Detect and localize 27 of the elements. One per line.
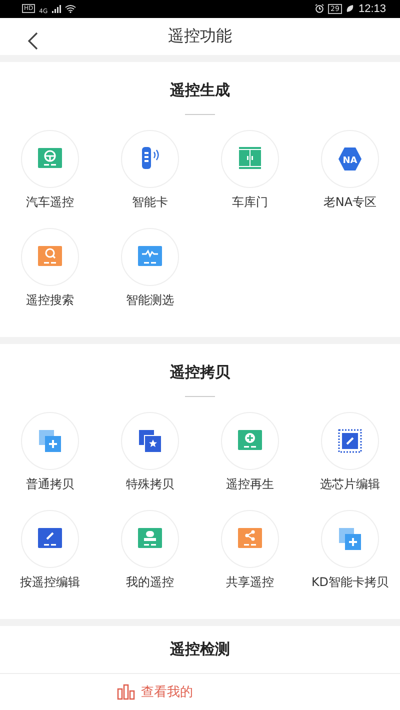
feature-button[interactable]: NA 老NA专区	[300, 130, 400, 210]
signal-icon	[52, 4, 61, 13]
feature-button[interactable]: 遥控搜索	[0, 228, 100, 308]
feature-button[interactable]: 选芯片编辑	[300, 412, 400, 492]
alarm-icon	[314, 4, 324, 14]
feature-button[interactable]: 按遥控编辑	[0, 510, 100, 590]
feature-button[interactable]: 遥控再生	[200, 412, 300, 492]
section-title: 遥控检测	[170, 639, 230, 660]
na-badge-text: NA	[342, 156, 358, 166]
wifi-icon	[64, 4, 76, 13]
feature-button[interactable]: 普通拷贝	[0, 412, 100, 492]
feature-button[interactable]: 特殊拷贝	[100, 412, 200, 492]
feature-button[interactable]: 我的遥控	[100, 510, 200, 590]
ranking-link[interactable]: 查看我的	[141, 683, 193, 702]
leaf-icon	[346, 4, 354, 14]
feature-button[interactable]: 汽车遥控	[0, 130, 100, 210]
back-button[interactable]	[26, 32, 40, 50]
bar-chart-icon	[117, 684, 135, 700]
feature-button[interactable]: 车库门	[200, 130, 300, 210]
page-title: 遥控功能	[168, 26, 232, 48]
section-title: 遥控生成	[170, 80, 230, 100]
feature-button[interactable]: 共享遥控	[200, 510, 300, 590]
feature-button[interactable]: KD智能卡拷贝	[300, 510, 400, 590]
section-title: 遥控拷贝	[170, 362, 230, 382]
clock-time: 12:13	[358, 2, 386, 15]
feature-button[interactable]: 智能卡	[100, 130, 200, 210]
feature-button[interactable]: 智能测选	[100, 228, 200, 308]
